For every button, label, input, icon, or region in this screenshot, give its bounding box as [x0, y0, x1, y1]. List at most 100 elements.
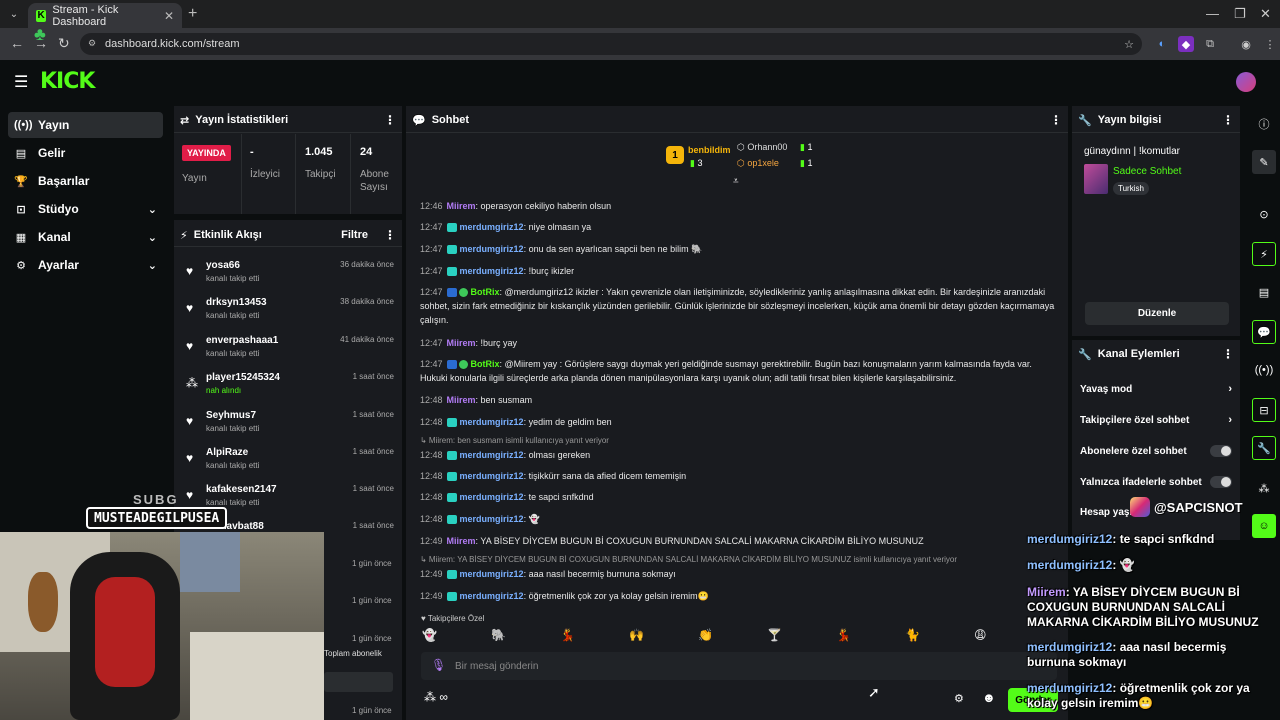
bookmark-star-icon[interactable]: ☆ — [1121, 36, 1137, 52]
sidebar-item-label: Stüdyo — [38, 202, 79, 216]
minimize-icon[interactable]: — — [1206, 6, 1219, 21]
message-text: : !burç yay — [475, 338, 518, 348]
more-options-icon[interactable]: ⋮ — [1222, 113, 1234, 127]
category-name[interactable]: Sadece Sohbet — [1113, 166, 1181, 177]
emote-suggestion[interactable]: 💃 — [836, 628, 851, 642]
lightning-icon[interactable]: ⚡ — [1252, 242, 1276, 266]
feed-username[interactable]: Seyhmus7 — [206, 410, 256, 421]
more-options-icon[interactable]: ⋮ — [1050, 113, 1062, 127]
emote-suggestion[interactable]: 👏 — [698, 628, 713, 642]
user-avatar[interactable] — [1236, 72, 1256, 92]
third-gifter[interactable]: ⬡ op1xele — [737, 158, 779, 169]
message-username[interactable]: merdumgiriz12 — [460, 569, 524, 579]
message-username[interactable]: merdumgiriz12 — [460, 417, 524, 427]
more-options-icon[interactable]: ⋮ — [384, 113, 396, 127]
filter-button[interactable]: Filtre — [341, 229, 368, 241]
kick-logo[interactable]: KICK — [40, 69, 95, 94]
message-username[interactable]: merdumgiriz12 — [460, 266, 524, 276]
sidebar-item-gelir[interactable]: ▤ Gelir — [8, 140, 163, 166]
feed-username[interactable]: enverpashaaa1 — [206, 335, 278, 346]
subscribers-only-toggle[interactable] — [1210, 445, 1232, 457]
site-info-icon[interactable]: ⚙ — [88, 38, 96, 49]
sidebar-item-studyo[interactable]: ⊡ Stüdyo ⌄ — [8, 196, 163, 222]
feed-action: kanalı takip etti — [206, 274, 260, 283]
feed-time: 1 saat önce — [352, 372, 394, 381]
chat-icon[interactable]: 💬 — [1252, 320, 1276, 344]
message-username[interactable]: merdumgiriz12 — [460, 492, 524, 502]
microphone-icon[interactable]: 🎙 — [431, 658, 446, 672]
message-username[interactable]: BotRix — [471, 359, 500, 369]
tab-search-icon[interactable]: ⌄ — [6, 6, 22, 22]
message-username[interactable]: Miirem — [447, 338, 476, 348]
browser-tab[interactable]: K Stream - Kick Dashboard ✕ — [28, 3, 182, 28]
feed-username[interactable]: kafakesen2147 — [206, 484, 277, 495]
emote-suggestion[interactable]: 💃 — [560, 628, 575, 642]
document-icon[interactable]: ▤ — [1252, 280, 1276, 304]
profile-icon[interactable]: ◉ — [1238, 36, 1254, 52]
chat-message: 12:48 Miirem: ben susmam — [420, 393, 1060, 407]
expand-leaderboard-icon[interactable]: ⩡ — [733, 176, 739, 187]
chat-settings-icon[interactable]: ⚙ — [954, 692, 964, 705]
info-icon[interactable]: ⓘ — [1252, 112, 1276, 136]
sidebar-item-basarilar[interactable]: 🏆 Başarılar — [8, 168, 163, 194]
message-username[interactable]: merdumgiriz12 — [460, 591, 524, 601]
emote-suggestion[interactable]: 🍸 — [767, 628, 782, 642]
message-username[interactable]: merdumgiriz12 — [460, 244, 524, 254]
feed-username[interactable]: drksyn13453 — [206, 297, 267, 308]
top-gifter-name[interactable]: benbildim — [688, 145, 731, 155]
emote-only-toggle[interactable] — [1210, 476, 1232, 488]
slow-mode-item[interactable]: Yavaş mod › — [1080, 383, 1232, 395]
chat-input[interactable]: Bir mesaj gönderin — [421, 652, 1057, 680]
message-username[interactable]: merdumgiriz12 — [460, 471, 524, 481]
reload-icon[interactable]: ↻ — [58, 35, 70, 52]
edit-button[interactable]: Düzenle — [1085, 302, 1229, 325]
feed-username[interactable]: yosa66 — [206, 260, 240, 271]
browser-menu-icon[interactable]: ⋮ — [1262, 36, 1278, 52]
emote-suggestion[interactable]: 😩 — [974, 628, 987, 642]
close-window-icon[interactable]: ✕ — [1260, 6, 1271, 22]
channel-actions-title: Kanal Eylemleri — [1097, 348, 1180, 360]
maximize-icon[interactable]: ❐ — [1234, 6, 1246, 22]
emote-suggestion[interactable]: 🙌 — [629, 628, 644, 642]
close-tab-icon[interactable]: ✕ — [164, 9, 174, 23]
new-tab-icon[interactable]: + — [188, 5, 197, 23]
wrench-icon[interactable]: 🔧 — [1252, 436, 1276, 460]
capture-icon[interactable]: ⊙ — [1252, 202, 1276, 226]
action-label: Hesap yaşı — [1080, 507, 1133, 518]
extensions-puzzle-icon[interactable]: ⧉ — [1202, 36, 1218, 52]
hamburger-menu-icon[interactable]: ☰ — [14, 72, 28, 92]
sidebar-item-kanal[interactable]: ▦ Kanal ⌄ — [8, 224, 163, 250]
count-text: 1 — [807, 158, 813, 168]
chevron-down-icon: ⌄ — [147, 259, 157, 272]
bookmark-icon[interactable]: ⊟ — [1252, 398, 1276, 422]
message-username[interactable]: BotRix — [471, 287, 500, 297]
sidebar-item-yayin[interactable]: ((•)) Yayın — [8, 112, 163, 138]
followers-only-item[interactable]: Takipçilere özel sohbet › — [1080, 414, 1232, 426]
message-username[interactable]: Miirem — [447, 395, 476, 405]
feed-time: 41 dakika önce — [340, 335, 394, 344]
second-gifter[interactable]: ⬡ Orhann00 — [737, 142, 787, 153]
emote-suggestion[interactable]: 🐈 — [905, 628, 920, 642]
message-time: 12:47 — [420, 359, 443, 369]
edit-pencil-icon[interactable]: ✎ — [1252, 150, 1276, 174]
category-thumbnail[interactable] — [1084, 164, 1108, 194]
emote-suggestion[interactable]: 👻 — [422, 628, 437, 642]
emote-picker-icon[interactable]: ☻ — [982, 690, 996, 705]
url-field[interactable]: dashboard.kick.com/stream — [80, 33, 1142, 55]
sidebar-item-ayarlar[interactable]: ⚙ Ayarlar ⌄ — [8, 252, 163, 278]
more-options-icon[interactable]: ⋮ — [384, 228, 396, 242]
more-options-icon[interactable]: ⋮ — [1222, 347, 1234, 361]
message-username[interactable]: merdumgiriz12 — [460, 222, 524, 232]
emote-suggestion[interactable]: 🐘 — [491, 628, 506, 642]
back-icon[interactable]: ← — [10, 35, 24, 51]
feed-username[interactable]: player15245324 — [206, 372, 280, 383]
broadcast-icon[interactable]: ((•)) — [1252, 358, 1276, 382]
extension-translate-icon[interactable]: ◐ — [1154, 36, 1170, 52]
points-icon[interactable]: ⁂ ∞ — [424, 690, 448, 704]
message-username[interactable]: merdumgiriz12 — [460, 514, 524, 524]
message-username[interactable]: Miirem — [447, 536, 476, 546]
extension-purple-icon[interactable]: ◆ — [1178, 36, 1194, 52]
message-username[interactable]: Miirem — [447, 201, 476, 211]
message-username[interactable]: merdumgiriz12 — [460, 450, 524, 460]
feed-username[interactable]: AlpiRaze — [206, 447, 248, 458]
